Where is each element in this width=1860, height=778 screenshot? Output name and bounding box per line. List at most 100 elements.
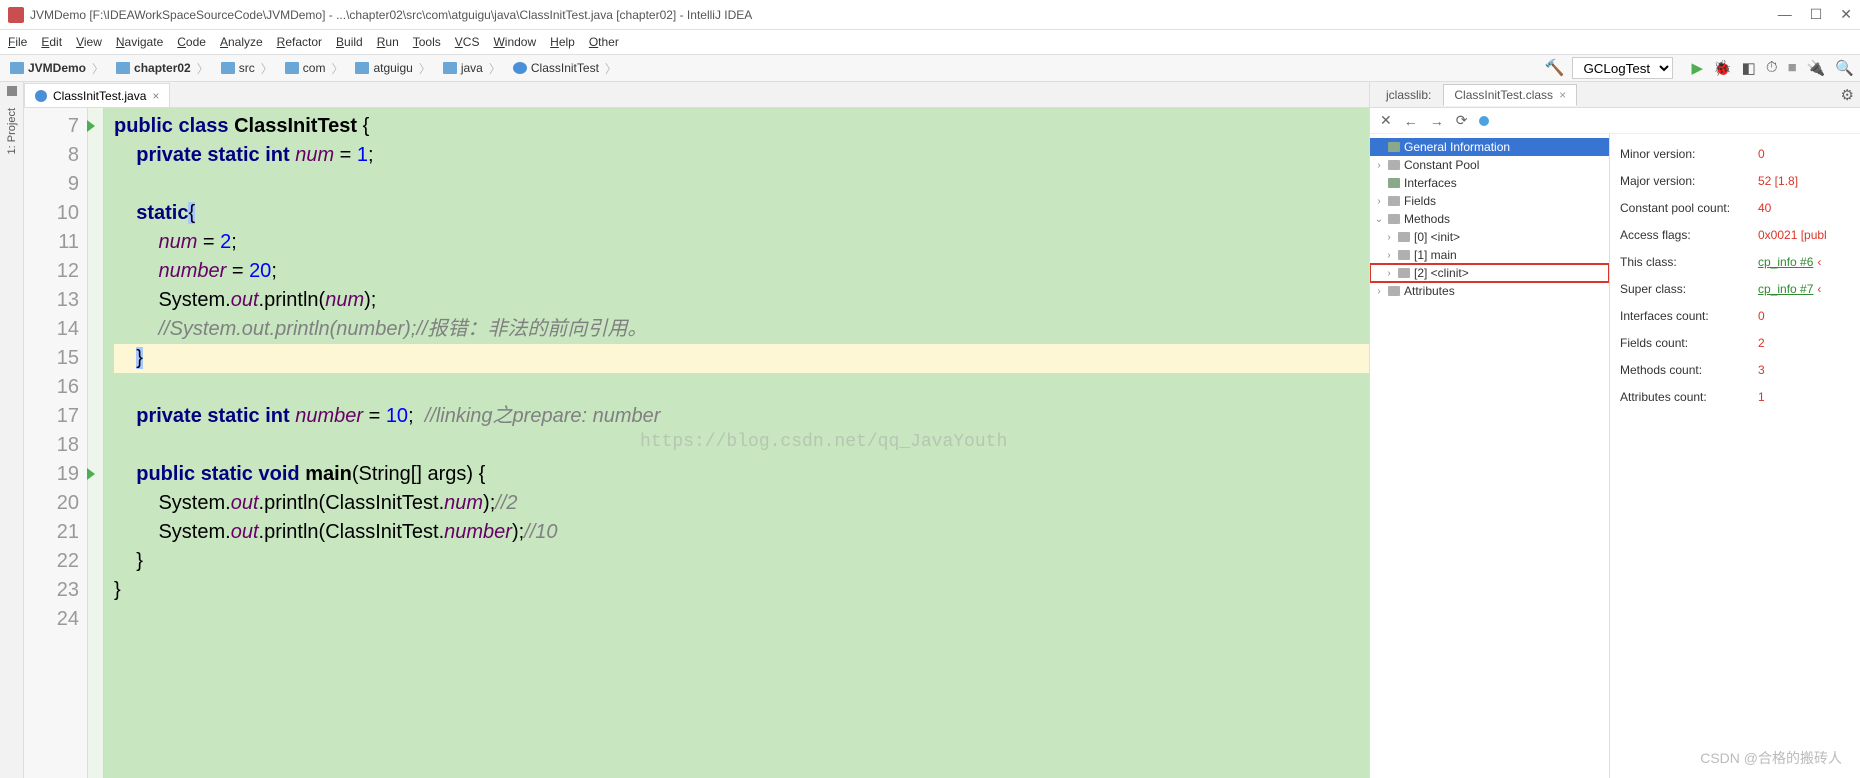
menu-vcs[interactable]: VCS bbox=[455, 35, 480, 49]
forward-icon[interactable]: → bbox=[1430, 113, 1444, 129]
menu-refactor[interactable]: Refactor bbox=[277, 35, 322, 49]
jclasslib-tab[interactable]: jclasslib: bbox=[1376, 85, 1441, 105]
tree-node--1-main[interactable]: ›[1] main bbox=[1370, 246, 1609, 264]
line-number: 16 bbox=[24, 373, 79, 402]
code-line[interactable]: System.out.println(ClassInitTest.number)… bbox=[114, 518, 1369, 547]
code-line[interactable]: public static void main(String[] args) { bbox=[114, 460, 1369, 489]
prop-value[interactable]: cp_info #7 bbox=[1758, 282, 1813, 296]
menu-tools[interactable]: Tools bbox=[413, 35, 441, 49]
menu-view[interactable]: View bbox=[76, 35, 102, 49]
prop-value: 0x0021 [publ bbox=[1758, 228, 1827, 242]
code-line[interactable]: public class ClassInitTest { bbox=[114, 112, 1369, 141]
tree-icon bbox=[1388, 160, 1400, 170]
run-gutter-icon[interactable] bbox=[87, 468, 95, 480]
close-button[interactable]: ✕ bbox=[1840, 6, 1852, 23]
menu-file[interactable]: File bbox=[8, 35, 27, 49]
prop-value: 0 bbox=[1758, 309, 1765, 323]
right-tabs: jclasslib: ClassInitTest.class× ⚙ bbox=[1370, 82, 1860, 108]
code-line[interactable]: System.out.println(num); bbox=[114, 286, 1369, 315]
prop-value[interactable]: cp_info #6 bbox=[1758, 255, 1813, 269]
code-line[interactable]: num = 2; bbox=[114, 228, 1369, 257]
crumb-com[interactable]: com bbox=[281, 57, 352, 79]
refresh-icon[interactable]: ⟳ bbox=[1456, 112, 1468, 129]
code-line[interactable]: } bbox=[114, 576, 1369, 605]
window-controls: — ☐ ✕ bbox=[1778, 6, 1852, 23]
project-tool-icon[interactable] bbox=[7, 86, 17, 96]
build-icon[interactable]: 🔨 bbox=[1545, 58, 1565, 78]
prop-row: Attributes count:1 bbox=[1620, 383, 1860, 410]
code-line[interactable]: private static int number = 10; //linkin… bbox=[114, 402, 1369, 431]
prop-key: This class: bbox=[1620, 255, 1758, 269]
tree-icon bbox=[1388, 286, 1400, 296]
back-icon[interactable]: ← bbox=[1404, 113, 1418, 129]
tree-node--0-init-[interactable]: ›[0] <init> bbox=[1370, 228, 1609, 246]
breadcrumbs: JVMDemochapter02srccomatguigujavaClassIn… bbox=[6, 57, 625, 79]
code-line[interactable] bbox=[114, 605, 1369, 634]
line-number: 15 bbox=[24, 344, 79, 373]
debug-icon[interactable]: 🐞 bbox=[1713, 59, 1732, 77]
prop-key: Interfaces count: bbox=[1620, 309, 1758, 323]
menu-edit[interactable]: Edit bbox=[41, 35, 62, 49]
crumb-classinittest[interactable]: ClassInitTest bbox=[509, 57, 625, 79]
crumb-chapter02[interactable]: chapter02 bbox=[112, 57, 217, 79]
run-config-select[interactable]: GCLogTest bbox=[1572, 57, 1673, 79]
folder-icon bbox=[116, 62, 130, 74]
menu-window[interactable]: Window bbox=[493, 35, 536, 49]
chevron-icon: › bbox=[1374, 196, 1384, 207]
menu-code[interactable]: Code bbox=[177, 35, 206, 49]
profile-icon[interactable]: ⏱ bbox=[1766, 59, 1778, 77]
stop-icon[interactable]: ■ bbox=[1788, 59, 1797, 77]
crumb-atguigu[interactable]: atguigu bbox=[351, 57, 438, 79]
close-icon[interactable]: × bbox=[1559, 88, 1566, 102]
close-icon[interactable]: ✕ bbox=[1380, 112, 1392, 129]
crumb-java[interactable]: java bbox=[439, 57, 509, 79]
editor-tab[interactable]: ClassInitTest.java × bbox=[24, 83, 170, 107]
code-line[interactable]: } bbox=[114, 547, 1369, 576]
crumb-jvmdemo[interactable]: JVMDemo bbox=[6, 57, 112, 79]
close-tab-icon[interactable]: × bbox=[152, 89, 159, 103]
code-line[interactable] bbox=[114, 373, 1369, 402]
code-line[interactable]: //System.out.println(number);//报错：非法的前向引… bbox=[114, 315, 1369, 344]
tree-node-fields[interactable]: ›Fields bbox=[1370, 192, 1609, 210]
menu-build[interactable]: Build bbox=[336, 35, 363, 49]
gear-icon[interactable]: ⚙ bbox=[1841, 86, 1854, 104]
menu-help[interactable]: Help bbox=[550, 35, 575, 49]
tree-node--2-clinit-[interactable]: ›[2] <clinit> bbox=[1370, 264, 1609, 282]
tree-node-methods[interactable]: ⌄Methods bbox=[1370, 210, 1609, 228]
coverage-icon[interactable]: ◧ bbox=[1742, 59, 1756, 77]
project-tool-tab[interactable]: 1: Project bbox=[4, 102, 20, 160]
prop-row: Interfaces count:0 bbox=[1620, 302, 1860, 329]
tree-node-interfaces[interactable]: Interfaces bbox=[1370, 174, 1609, 192]
tree-icon bbox=[1388, 178, 1400, 188]
maximize-button[interactable]: ☐ bbox=[1810, 6, 1823, 23]
menu-bar: File Edit View Navigate Code Analyze Refactor B… bbox=[0, 30, 1860, 54]
menu-navigate[interactable]: Navigate bbox=[116, 35, 163, 49]
window-title: JVMDemo [F:\IDEAWorkSpaceSourceCode\JVMD… bbox=[30, 8, 1778, 22]
menu-run[interactable]: Run bbox=[377, 35, 399, 49]
code-line[interactable]: } bbox=[114, 344, 1369, 373]
search-icon[interactable]: 🔍 bbox=[1835, 59, 1854, 77]
code-line[interactable]: number = 20; bbox=[114, 257, 1369, 286]
minimize-button[interactable]: — bbox=[1778, 6, 1792, 23]
code-line[interactable]: static{ bbox=[114, 199, 1369, 228]
tree-icon bbox=[1398, 250, 1410, 260]
menu-other[interactable]: Other bbox=[589, 35, 619, 49]
crumb-src[interactable]: src bbox=[217, 57, 281, 79]
classfile-tab[interactable]: ClassInitTest.class× bbox=[1443, 84, 1577, 106]
attach-icon[interactable]: 🔌 bbox=[1807, 59, 1826, 77]
line-number: 14 bbox=[24, 315, 79, 344]
menu-analyze[interactable]: Analyze bbox=[220, 35, 263, 49]
info-icon[interactable] bbox=[1479, 116, 1489, 126]
line-number: 18 bbox=[24, 431, 79, 460]
tree-node-general-information[interactable]: General Information bbox=[1370, 138, 1609, 156]
run-icon[interactable]: ▶ bbox=[1691, 59, 1703, 77]
folder-icon bbox=[285, 62, 299, 74]
run-gutter-icon[interactable] bbox=[87, 120, 95, 132]
tree-node-constant-pool[interactable]: ›Constant Pool bbox=[1370, 156, 1609, 174]
code-line[interactable]: private static int num = 1; bbox=[114, 141, 1369, 170]
structure-tree[interactable]: General Information›Constant PoolInterfa… bbox=[1370, 134, 1610, 778]
code-line[interactable]: System.out.println(ClassInitTest.num);//… bbox=[114, 489, 1369, 518]
tree-node-attributes[interactable]: ›Attributes bbox=[1370, 282, 1609, 300]
code-line[interactable] bbox=[114, 170, 1369, 199]
prop-value: 3 bbox=[1758, 363, 1765, 377]
